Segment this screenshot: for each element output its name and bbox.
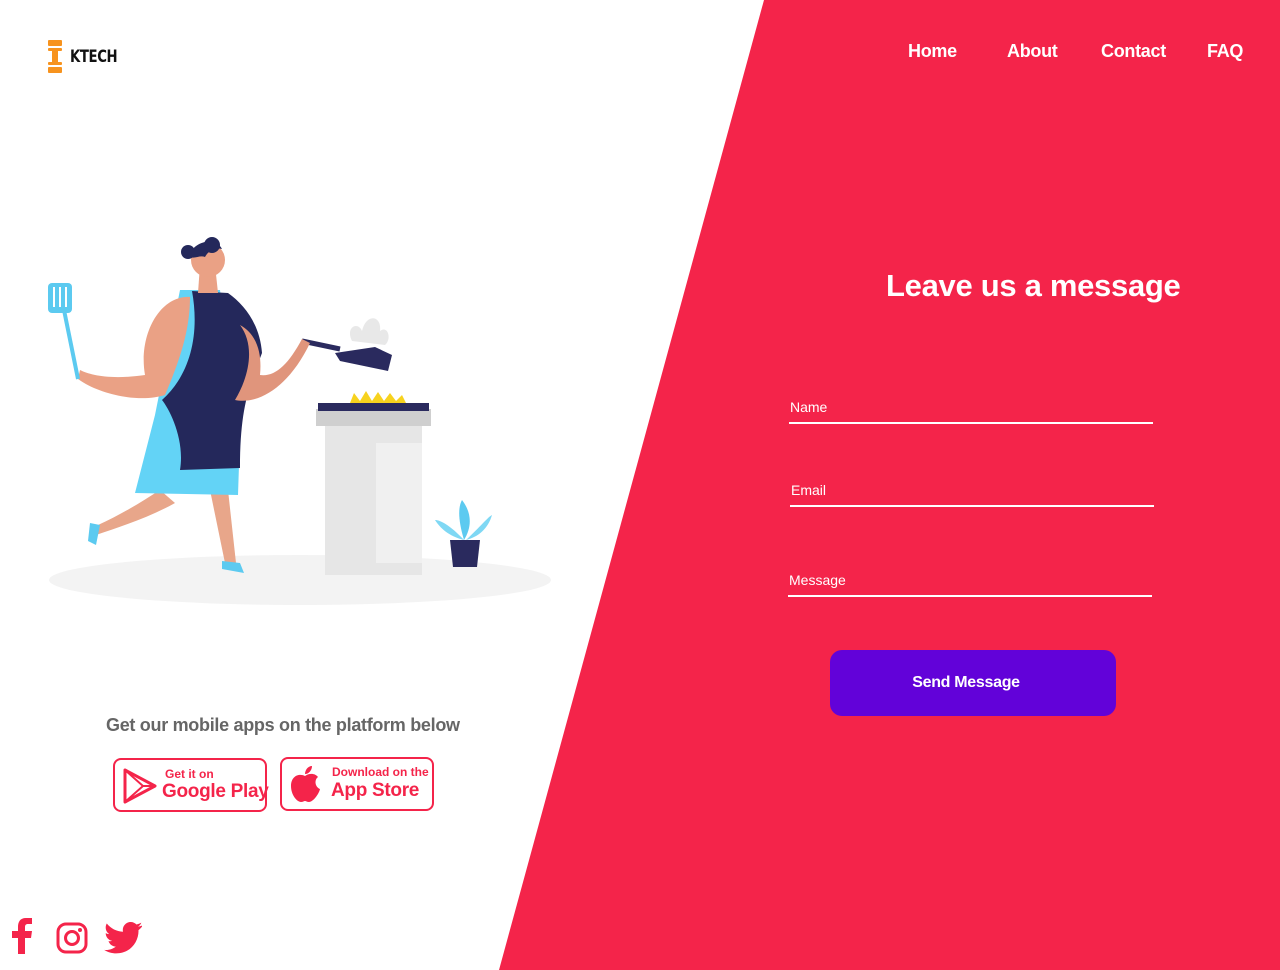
name-field [789,392,1153,424]
email-input[interactable] [790,475,1154,505]
google-play-big-label: Google Play [162,781,269,802]
app-store-big-label: App Store [331,780,420,801]
nav-contact-link[interactable]: Contact [1101,41,1166,62]
main-nav: Home About Contact FAQ [0,41,1280,65]
google-play-small-label: Get it on [165,767,214,781]
nav-faq-link[interactable]: FAQ [1207,41,1243,62]
nav-about-link[interactable]: About [1007,41,1058,62]
twitter-link[interactable] [104,922,143,959]
apps-caption: Get our mobile apps on the platform belo… [106,715,460,735]
nav-home-link[interactable]: Home [908,41,957,62]
google-play-button[interactable]: Get it on Google Play [113,758,269,812]
apple-icon [291,766,320,802]
email-field [790,475,1154,507]
app-store-button[interactable]: Download on the App Store [280,757,434,811]
contact-heading: Leave us a message [886,268,1181,303]
play-icon [123,768,157,804]
twitter-icon [104,922,143,954]
send-message-button[interactable]: Send Message [830,650,1116,716]
contact-page: KTECH Home About Contact FAQ Get our mob… [0,0,1280,970]
cooking-woman-illustration [48,237,551,605]
instagram-link[interactable] [56,922,88,959]
message-field [788,565,1152,597]
app-store-small-label: Download on the [332,765,429,779]
message-input[interactable] [788,565,1152,595]
name-input[interactable] [789,392,1153,422]
instagram-icon [56,922,88,954]
facebook-link[interactable] [10,918,34,959]
facebook-icon [12,918,32,954]
